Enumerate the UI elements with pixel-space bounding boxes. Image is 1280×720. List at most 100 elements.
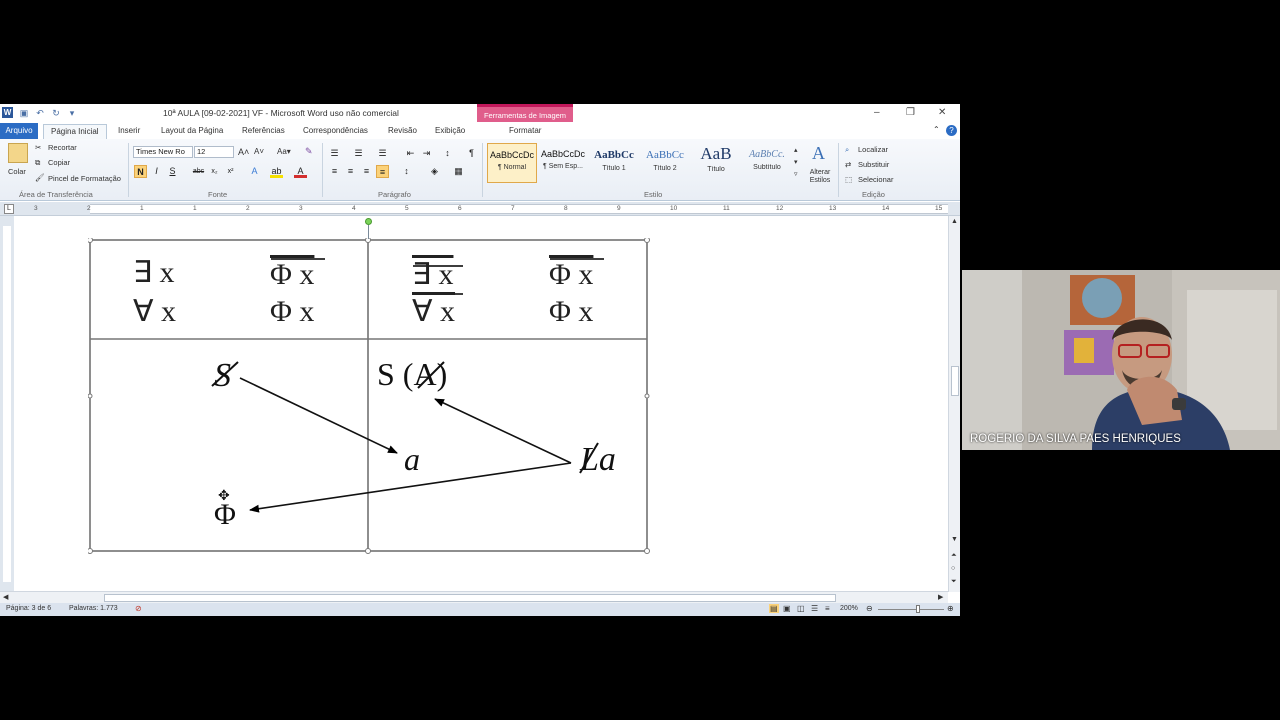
resize-handle[interactable]: [88, 393, 93, 399]
select-icon[interactable]: ⬚: [845, 175, 852, 184]
zoom-level[interactable]: 200%: [840, 605, 858, 612]
style-title[interactable]: AaB Título: [691, 143, 741, 183]
save-icon[interactable]: ▣: [19, 108, 29, 118]
proofing-icon[interactable]: ⊘: [135, 604, 142, 613]
copy-icon[interactable]: ⧉: [35, 158, 40, 168]
tab-arquivo[interactable]: Arquivo: [0, 123, 38, 139]
text-effects-icon[interactable]: A: [248, 165, 261, 178]
line-spacing-icon[interactable]: ↕: [400, 165, 413, 178]
select-button[interactable]: Selecionar: [858, 175, 893, 184]
close-button[interactable]: ✕: [938, 107, 946, 118]
subscript-button[interactable]: x₂: [208, 165, 221, 178]
tab-revisao[interactable]: Revisão: [388, 124, 417, 139]
zoom-slider[interactable]: [878, 609, 944, 610]
undo-icon[interactable]: ↶: [35, 108, 45, 118]
format-painter-button[interactable]: Pincel de Formatação: [48, 174, 121, 183]
scroll-right-icon[interactable]: ▶: [938, 593, 943, 601]
multilevel-list-icon[interactable]: ☰: [376, 147, 389, 160]
tab-referencias[interactable]: Referências: [242, 124, 285, 139]
word-app-icon[interactable]: W: [2, 107, 13, 118]
restore-button[interactable]: ❐: [906, 107, 915, 118]
resize-handle[interactable]: [88, 548, 93, 554]
grow-font-icon[interactable]: A˄: [238, 147, 249, 157]
web-layout-icon[interactable]: ◫: [797, 604, 805, 613]
tab-layout[interactable]: Layout da Página: [161, 124, 223, 139]
tab-correspondencias[interactable]: Correspondências: [303, 124, 368, 139]
horizontal-scroll-thumb[interactable]: [104, 594, 836, 602]
word-count[interactable]: Palavras: 1.773: [69, 605, 118, 612]
resize-handle[interactable]: [644, 393, 650, 399]
outline-icon[interactable]: ☰: [811, 604, 818, 613]
italic-button[interactable]: I: [150, 165, 163, 178]
paste-button[interactable]: Colar: [8, 167, 26, 176]
tab-inserir[interactable]: Inserir: [118, 124, 140, 139]
page-indicator[interactable]: Página: 3 de 6: [6, 605, 51, 612]
replace-button[interactable]: Substituir: [858, 160, 889, 169]
scroll-up-icon[interactable]: ▲: [951, 218, 958, 225]
font-family-select[interactable]: Times New Ro: [133, 146, 193, 158]
align-right-icon[interactable]: ≡: [360, 165, 373, 178]
horizontal-scrollbar[interactable]: ◀ ▶: [0, 591, 948, 603]
paste-icon[interactable]: [8, 143, 28, 163]
align-center-icon[interactable]: ≡: [344, 165, 357, 178]
cut-icon[interactable]: ✂: [35, 143, 41, 152]
vertical-ruler[interactable]: [0, 216, 14, 592]
scroll-left-icon[interactable]: ◀: [3, 593, 8, 601]
help-icon[interactable]: ?: [946, 125, 957, 136]
redo-icon[interactable]: ↻: [51, 108, 61, 118]
next-page-icon[interactable]: ⏷: [951, 578, 957, 586]
increase-indent-icon[interactable]: ⇥: [420, 147, 433, 160]
change-styles-icon[interactable]: A: [812, 143, 825, 164]
resize-handle[interactable]: [88, 238, 93, 243]
table-diagram[interactable]: ∃ x ∀ x Φ x Φ x ∃ x ∀ x Φ x Φ x S S (A) …: [88, 238, 652, 556]
style-normal[interactable]: AaBbCcDc ¶ Normal: [487, 143, 537, 183]
horizontal-ruler[interactable]: L 32112345678910111213141516: [0, 202, 960, 216]
decrease-indent-icon[interactable]: ⇤: [404, 147, 417, 160]
superscript-button[interactable]: x²: [224, 165, 237, 178]
vertical-scroll-thumb[interactable]: [951, 366, 959, 396]
draft-icon[interactable]: ≡: [825, 604, 830, 613]
print-layout-icon[interactable]: ▤: [769, 604, 779, 613]
tab-formatar[interactable]: Formatar: [509, 124, 541, 139]
find-icon[interactable]: ⌕: [845, 145, 849, 155]
zoom-in-icon[interactable]: ⊕: [947, 604, 954, 613]
vertical-scrollbar[interactable]: ▲ ▼ ⏶ ○ ⏷: [948, 216, 960, 592]
style-subtitle[interactable]: AaBbCc. Subtítulo: [742, 143, 792, 183]
format-painter-icon[interactable]: 🖌: [35, 173, 45, 182]
tab-pagina-inicial[interactable]: Página Inicial: [43, 124, 107, 139]
style-no-spacing[interactable]: AaBbCcDc ¶ Sem Esp...: [538, 143, 588, 183]
minimize-ribbon-icon[interactable]: ⌃: [933, 125, 940, 134]
resize-handle[interactable]: [644, 548, 650, 554]
align-left-icon[interactable]: ≡: [328, 165, 341, 178]
tab-exibicao[interactable]: Exibição: [435, 124, 465, 139]
bold-button[interactable]: N: [134, 165, 147, 178]
underline-button[interactable]: S: [166, 165, 179, 178]
show-formatting-icon[interactable]: ¶: [465, 147, 478, 160]
highlight-icon[interactable]: ab: [270, 165, 283, 178]
clear-format-icon[interactable]: ✎: [305, 146, 313, 157]
bullets-icon[interactable]: ☰: [328, 147, 341, 160]
zoom-out-icon[interactable]: ⊖: [866, 604, 873, 613]
copy-button[interactable]: Copiar: [48, 158, 70, 167]
full-screen-icon[interactable]: ▣: [783, 604, 791, 613]
scroll-down-icon[interactable]: ▼: [951, 536, 958, 543]
font-size-select[interactable]: 12: [194, 146, 234, 158]
find-button[interactable]: Localizar: [858, 145, 888, 154]
replace-icon[interactable]: ⇄: [845, 160, 851, 169]
styles-scroll-icon[interactable]: ▴ ▾ ▿: [794, 145, 798, 181]
font-color-icon[interactable]: A: [294, 165, 307, 178]
sort-icon[interactable]: ↕: [441, 147, 454, 160]
justify-icon[interactable]: ≡: [376, 165, 389, 178]
resize-handle[interactable]: [644, 238, 650, 243]
minimize-button[interactable]: –: [874, 107, 880, 118]
resize-handle[interactable]: [365, 548, 371, 554]
shading-icon[interactable]: ◈: [428, 165, 441, 178]
numbering-icon[interactable]: ☰: [352, 147, 365, 160]
prev-page-icon[interactable]: ⏶: [951, 552, 957, 560]
style-heading-2[interactable]: AaBbCc Título 2: [640, 143, 690, 183]
strikethrough-button[interactable]: abc: [192, 165, 205, 178]
change-case-icon[interactable]: Aa▾: [277, 147, 291, 156]
rotate-handle[interactable]: [365, 218, 372, 225]
browse-object-icon[interactable]: ○: [951, 565, 955, 572]
borders-icon[interactable]: ▦: [452, 165, 465, 178]
